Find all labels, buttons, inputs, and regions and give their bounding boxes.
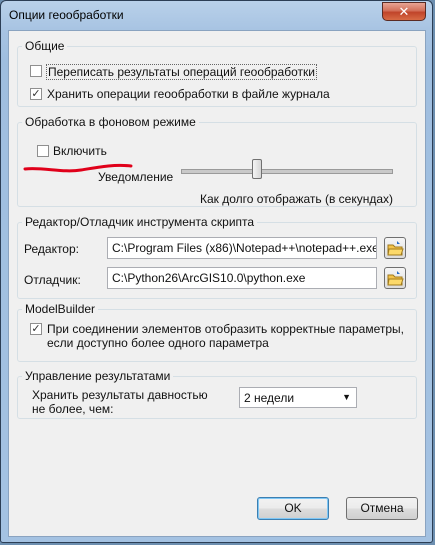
keep-results-value: 2 недели [244, 391, 295, 405]
notify-slider-track[interactable] [181, 169, 393, 174]
dialog-window: Опции геообработки ✕ Общие Переписать ре… [0, 0, 433, 543]
ok-button[interactable]: OK [257, 497, 329, 520]
notify-label: Уведомление [98, 170, 174, 184]
editor-label: Редактор: [24, 242, 79, 256]
editor-browse-button[interactable] [384, 237, 406, 259]
modelbuilder-legend: ModelBuilder [25, 302, 96, 316]
modelbuilder-label[interactable]: При соединении элементов отобразить корр… [47, 322, 407, 350]
overwrite-label[interactable]: Переписать результаты операций геообрабо… [46, 64, 317, 80]
results-legend: Управление результатами [25, 369, 171, 383]
editor-path-field[interactable]: C:\Program Files (x86)\Notepad++\notepad… [107, 237, 377, 259]
close-icon: ✕ [398, 4, 410, 19]
log-checkbox[interactable]: ✓ [30, 88, 42, 100]
folder-icon [387, 271, 404, 286]
keep-results-label: Хранить результаты давностью не более, ч… [32, 388, 208, 416]
dialog-client: Общие Переписать результаты операций гео… [8, 30, 426, 537]
slider-caption: Как долго отображать (в секундах) [200, 192, 394, 206]
close-button[interactable]: ✕ [382, 2, 426, 21]
background-enable-checkbox[interactable] [37, 145, 49, 157]
debugger-browse-button[interactable] [384, 267, 406, 289]
notify-slider-thumb[interactable] [252, 159, 262, 179]
debugger-path-field[interactable]: C:\Python26\ArcGIS10.0\python.exe [107, 267, 377, 289]
script-tool-legend: Редактор/Отладчик инструмента скрипта [25, 215, 255, 229]
log-label[interactable]: Хранить операции геообработки в файле жу… [47, 87, 330, 101]
background-legend: Обработка в фоновом режиме [25, 115, 196, 129]
chevron-down-icon: ▼ [342, 392, 351, 402]
folder-icon [387, 241, 404, 256]
cancel-button[interactable]: Отмена [346, 497, 418, 520]
general-legend: Общие [25, 39, 65, 53]
overwrite-checkbox[interactable] [30, 65, 42, 77]
modelbuilder-checkbox[interactable]: ✓ [30, 323, 42, 335]
keep-results-dropdown[interactable]: 2 недели ▼ [239, 387, 357, 408]
debugger-label: Отладчик: [24, 273, 81, 287]
title-bar[interactable]: Опции геообработки ✕ [1, 1, 432, 31]
background-enable-label[interactable]: Включить [53, 144, 107, 158]
window-title: Опции геообработки [9, 8, 124, 22]
